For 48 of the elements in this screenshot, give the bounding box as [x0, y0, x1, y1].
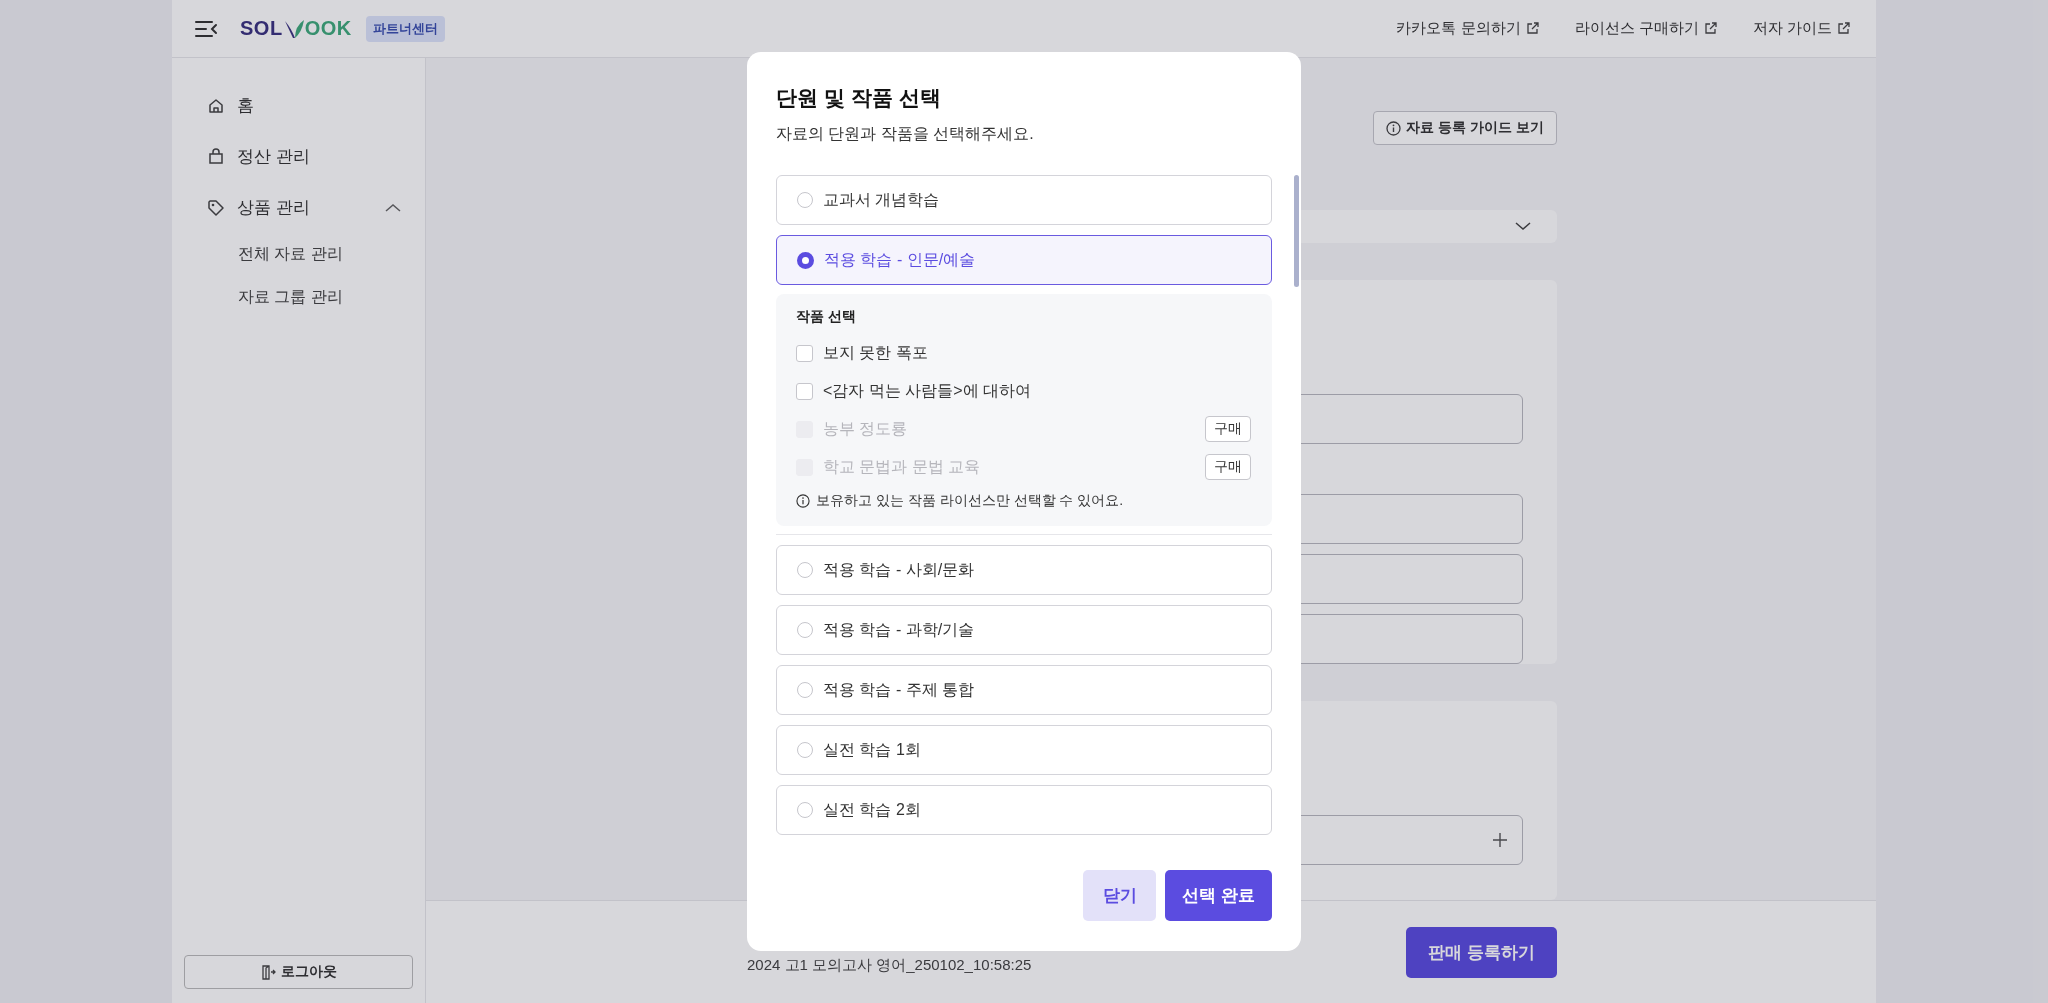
external-link-icon — [1703, 22, 1717, 35]
header-link[interactable]: 라이선스 구매하기 — [1574, 19, 1717, 38]
nav-item[interactable]: 정산 관리 — [184, 131, 413, 182]
nav-subitem[interactable]: 전체 자료 관리 — [184, 233, 413, 276]
works-heading: 작품 선택 — [796, 308, 857, 326]
menu-icon[interactable] — [194, 18, 218, 39]
external-link-icon — [1837, 22, 1850, 35]
work-label: 학교 문법과 문법 교육 — [823, 456, 982, 477]
nav-item[interactable]: 홈 — [184, 80, 413, 131]
home-icon — [207, 96, 225, 115]
logout-icon — [260, 964, 276, 980]
work-label: 보지 못한 폭포 — [823, 342, 929, 363]
guide-button[interactable]: 자료 등록 가이드 보기 — [1373, 111, 1557, 145]
logout-button[interactable]: 로그아웃 — [184, 955, 413, 989]
work-label: 농부 정도룡 — [823, 418, 909, 439]
nav-subitem[interactable]: 자료 그룹 관리 — [184, 276, 413, 319]
radio-option[interactable]: 적용 학습 - 주제 통합 — [776, 665, 1272, 715]
checkbox[interactable] — [796, 344, 813, 362]
checkbox[interactable] — [796, 382, 813, 400]
scrollbar-thumb[interactable] — [1294, 175, 1299, 287]
radio-option[interactable]: 적용 학습 - 사회/문화 — [776, 545, 1272, 595]
confirm-button[interactable]: 선택 완료 — [1165, 870, 1272, 921]
info-icon — [796, 494, 810, 508]
info-icon — [1386, 120, 1402, 136]
close-button[interactable]: 닫기 — [1083, 870, 1156, 921]
radio-option[interactable]: 교과서 개념학습 — [776, 175, 1272, 225]
radio-option[interactable]: 실전 학습 1회 — [776, 725, 1272, 775]
radio-option[interactable]: 실전 학습 2회 — [776, 785, 1272, 835]
bag-icon — [207, 147, 225, 166]
external-link-icon — [1525, 22, 1539, 35]
chevron-down-icon — [1515, 221, 1531, 232]
dialog-subtitle: 자료의 단원과 작품을 선택해주세요. — [776, 124, 1035, 144]
submit-button[interactable]: 판매 등록하기 — [1406, 926, 1557, 978]
info-note: 보유하고 있는 작품 라이선스만 선택할 수 있어요. — [816, 492, 1124, 510]
tag-icon — [207, 198, 225, 217]
logo-text: OOK — [304, 17, 352, 40]
radio-option[interactable]: 적용 학습 - 과학/기술 — [776, 605, 1272, 655]
header-link[interactable]: 카카오톡 문의하기 — [1396, 19, 1539, 38]
partner-badge: 파트너센터 — [365, 15, 445, 42]
chevron-icon[interactable] — [385, 202, 401, 213]
plus-icon[interactable] — [1492, 831, 1508, 848]
logo-text: SOL — [240, 17, 283, 40]
radio-option[interactable]: 적용 학습 - 인문/예술 — [776, 235, 1272, 285]
nav-item[interactable]: 상품 관리 — [184, 182, 413, 233]
header-link[interactable]: 저자 가이드 — [1752, 19, 1850, 38]
material-title: 2024 고1 모의고사 영어_250102_10:58:25 — [747, 955, 1032, 975]
dialog-title: 단원 및 작품 선택 — [776, 85, 942, 111]
work-label: <감자 먹는 사람들>에 대하여 — [823, 380, 1033, 401]
